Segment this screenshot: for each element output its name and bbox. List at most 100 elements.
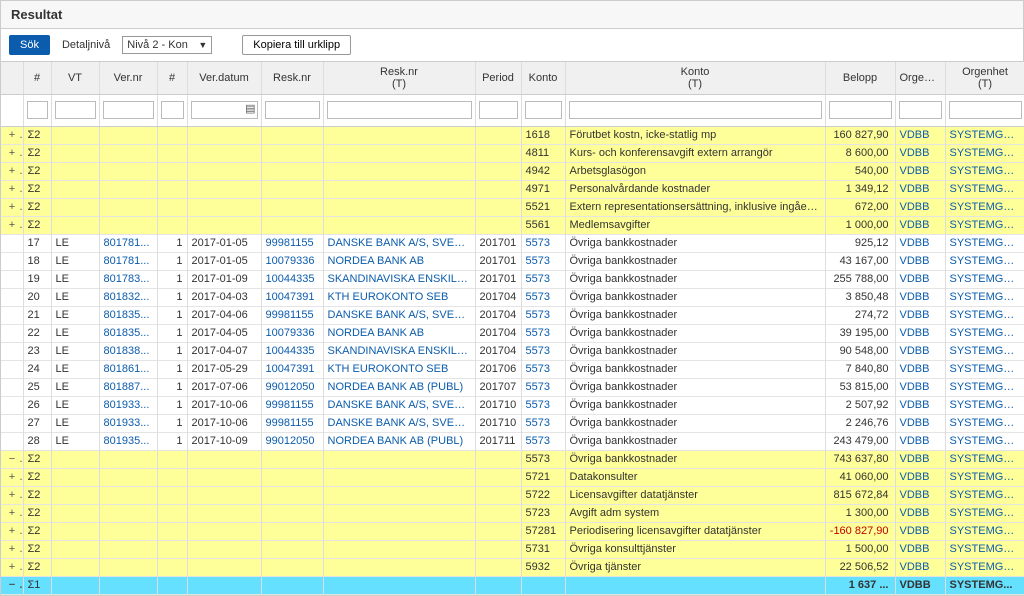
cell-orgenhet[interactable]: VDBB <box>895 324 945 342</box>
cell-orgenhet[interactable]: VDBB <box>895 360 945 378</box>
cell-konto[interactable]: 5573 <box>521 324 565 342</box>
cell-orgenhet-t[interactable]: SYSTEMGRUP... <box>945 306 1024 324</box>
cell-vernr[interactable]: 801781... <box>99 252 157 270</box>
cell-orgenhet-t[interactable]: SYSTEMGRUP... <box>945 180 1024 198</box>
summary-row[interactable]: +Σ24811Kurs- och konferensavgift extern … <box>1 144 1024 162</box>
cell-orgenhet-t[interactable]: SYSTEMGRUP... <box>945 234 1024 252</box>
cell-vernr[interactable]: 801835... <box>99 324 157 342</box>
filter-vt[interactable] <box>55 101 96 119</box>
expand-toggle[interactable]: + <box>5 183 19 195</box>
table-row[interactable]: 19LE801783...12017-01-0910044335SKANDINA… <box>1 270 1024 288</box>
col-konto-t[interactable]: Konto (T) <box>565 62 825 94</box>
summary-row[interactable]: +Σ24971Personalvårdande kostnader1 349,1… <box>1 180 1024 198</box>
cell-vernr[interactable]: 801835... <box>99 306 157 324</box>
expand-toggle[interactable]: + <box>5 543 19 555</box>
cell-orgenhet-t[interactable]: SYSTEMGRUP... <box>945 522 1024 540</box>
expand-toggle[interactable]: + <box>5 165 19 177</box>
table-row[interactable]: 26LE801933...12017-10-0699981155DANSKE B… <box>1 396 1024 414</box>
summary-row[interactable]: +Σ25723Avgift adm system1 300,00VDBBSYST… <box>1 504 1024 522</box>
cell-resknr[interactable]: 99981155 <box>261 306 323 324</box>
summary-row[interactable]: +Σ21618Förutbet kostn, icke-statlig mp16… <box>1 126 1024 144</box>
cell-orgenhet[interactable]: VDBB <box>895 414 945 432</box>
cell-resknr[interactable]: 10047391 <box>261 360 323 378</box>
cell-orgenhet[interactable]: VDBB <box>895 486 945 504</box>
summary-row[interactable]: +Σ25932Övriga tjänster22 506,52VDBBSYSTE… <box>1 558 1024 576</box>
cell-orgenhet[interactable]: VDBB <box>895 432 945 450</box>
table-row[interactable]: 17LE801781...12017-01-0599981155DANSKE B… <box>1 234 1024 252</box>
cell-orgenhet-t[interactable]: SYSTEMGRUP... <box>945 396 1024 414</box>
cell-vernr[interactable]: 801838... <box>99 342 157 360</box>
filter-vernr[interactable] <box>103 101 154 119</box>
cell-orgenhet-t[interactable]: SYSTEMGRUP... <box>945 126 1024 144</box>
cell-resknr[interactable]: 10079336 <box>261 324 323 342</box>
col-period[interactable]: Period <box>475 62 521 94</box>
col-konto[interactable]: Konto <box>521 62 565 94</box>
cell-resknr-t[interactable]: DANSKE BANK A/S, SVERIGE FIL... <box>323 396 475 414</box>
cell-orgenhet-t[interactable]: SYSTEMGRUP... <box>945 360 1024 378</box>
filter-resknr[interactable] <box>265 101 320 119</box>
cell-resknr[interactable]: 10044335 <box>261 342 323 360</box>
cell-resknr-t[interactable]: KTH EUROKONTO SEB <box>323 360 475 378</box>
cell-konto[interactable]: 5573 <box>521 360 565 378</box>
filter-belopp[interactable] <box>829 101 892 119</box>
col-vernr[interactable]: Ver.nr <box>99 62 157 94</box>
cell-vernr[interactable]: 801783... <box>99 270 157 288</box>
cell-orgenhet-t[interactable]: SYSTEMGRUP... <box>945 540 1024 558</box>
cell-resknr[interactable]: 99012050 <box>261 432 323 450</box>
cell-orgenhet-t[interactable]: SYSTEMGRUP... <box>945 216 1024 234</box>
cell-resknr[interactable]: 10079336 <box>261 252 323 270</box>
summary-row[interactable]: +Σ25561Medlemsavgifter1 000,00VDBBSYSTEM… <box>1 216 1024 234</box>
expand-toggle[interactable]: + <box>5 219 19 231</box>
filter-konto-t[interactable] <box>569 101 822 119</box>
col-orgenhet-t[interactable]: Orgenhet (T) <box>945 62 1024 94</box>
cell-orgenhet-t[interactable]: SYSTEMGRUP... <box>945 432 1024 450</box>
cell-konto[interactable]: 5573 <box>521 414 565 432</box>
cell-orgenhet[interactable]: VDBB <box>895 162 945 180</box>
cell-orgenhet[interactable]: VDBB <box>895 270 945 288</box>
cell-orgenhet[interactable]: VDBB <box>895 342 945 360</box>
cell-orgenhet-t[interactable]: SYSTEMGRUP... <box>945 342 1024 360</box>
filter-resknr-t[interactable] <box>327 101 472 119</box>
expand-toggle[interactable]: + <box>5 147 19 159</box>
cell-orgenhet-t[interactable]: SYSTEMGRUP... <box>945 486 1024 504</box>
cell-vernr[interactable]: 801935... <box>99 432 157 450</box>
cell-orgenhet[interactable]: VDBB <box>895 396 945 414</box>
table-row[interactable]: 28LE801935...12017-10-0999012050NORDEA B… <box>1 432 1024 450</box>
cell-resknr-t[interactable]: KTH EUROKONTO SEB <box>323 288 475 306</box>
expand-toggle[interactable]: + <box>5 129 19 141</box>
search-button[interactable]: Sök <box>9 35 50 55</box>
expand-toggle[interactable]: + <box>5 525 19 537</box>
cell-resknr-t[interactable]: SKANDINAVISKA ENSKILDA BAN... <box>323 270 475 288</box>
summary-row[interactable]: +Σ25721Datakonsulter41 060,00VDBBSYSTEMG… <box>1 468 1024 486</box>
table-row[interactable]: 21LE801835...12017-04-0699981155DANSKE B… <box>1 306 1024 324</box>
cell-resknr-t[interactable]: DANSKE BANK A/S, SVERIGE FIL... <box>323 414 475 432</box>
col-orgenhet[interactable]: Orgenhet <box>895 62 945 94</box>
cell-vernr[interactable]: 801887... <box>99 378 157 396</box>
cell-konto[interactable]: 5573 <box>521 306 565 324</box>
filter-sigma[interactable] <box>27 101 48 119</box>
cell-orgenhet[interactable]: VDBB <box>895 504 945 522</box>
col-resknr[interactable]: Resk.nr <box>261 62 323 94</box>
table-row[interactable]: 24LE801861...12017-05-2910047391KTH EURO… <box>1 360 1024 378</box>
cell-orgenhet-t[interactable]: SYSTEMGRUP... <box>945 468 1024 486</box>
cell-resknr[interactable]: 99981155 <box>261 396 323 414</box>
expand-toggle[interactable]: + <box>5 507 19 519</box>
filter-konto[interactable] <box>525 101 562 119</box>
cell-konto[interactable]: 5573 <box>521 432 565 450</box>
cell-orgenhet-t[interactable]: SYSTEMGRUP... <box>945 558 1024 576</box>
cell-orgenhet[interactable]: VDBB <box>895 252 945 270</box>
cell-konto[interactable]: 5573 <box>521 396 565 414</box>
col-resknr-t[interactable]: Resk.nr (T) <box>323 62 475 94</box>
table-row[interactable]: 20LE801832...12017-04-0310047391KTH EURO… <box>1 288 1024 306</box>
cell-vernr[interactable]: 801832... <box>99 288 157 306</box>
expand-toggle[interactable]: + <box>5 201 19 213</box>
cell-resknr[interactable]: 99012050 <box>261 378 323 396</box>
cell-vernr[interactable]: 801861... <box>99 360 157 378</box>
detail-level-select[interactable]: Nivå 2 - Kon ▼ <box>122 36 212 54</box>
table-row[interactable]: 18LE801781...12017-01-0510079336NORDEA B… <box>1 252 1024 270</box>
calendar-icon[interactable]: ▤ <box>245 102 255 115</box>
cell-orgenhet[interactable]: VDBB <box>895 378 945 396</box>
cell-orgenhet[interactable]: VDBB <box>895 450 945 468</box>
expand-toggle[interactable]: − <box>5 453 19 465</box>
col-vt[interactable]: VT <box>51 62 99 94</box>
